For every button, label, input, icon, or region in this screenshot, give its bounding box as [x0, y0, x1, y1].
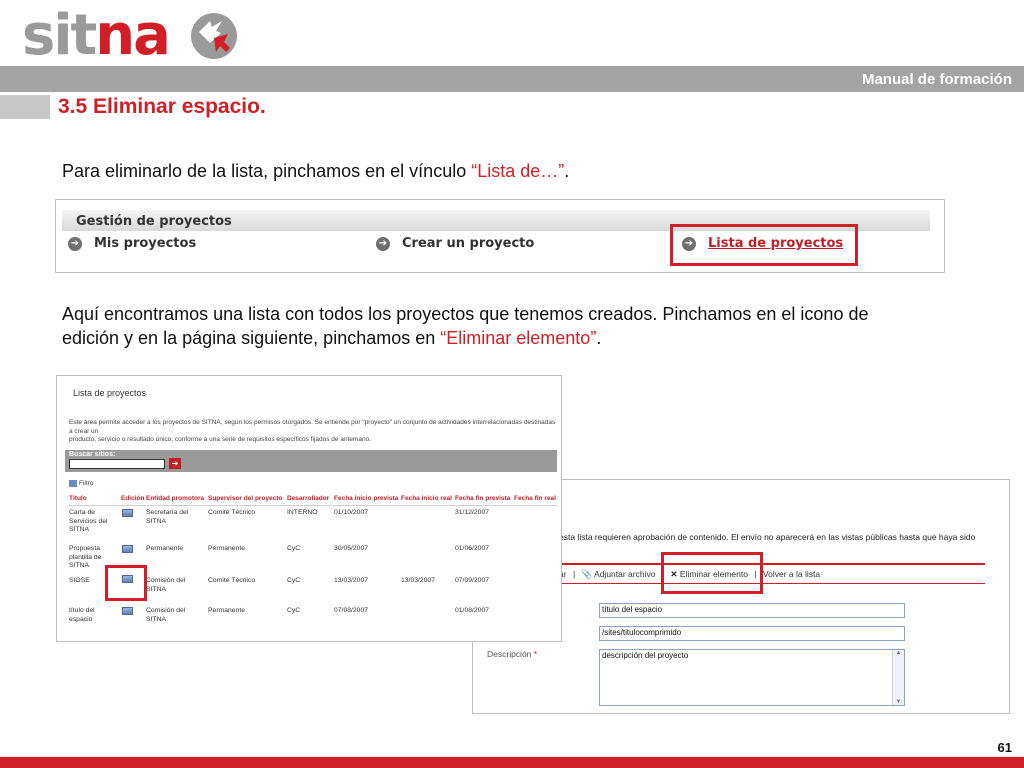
back-to-list-button[interactable]: Volver a la lista [763, 569, 820, 579]
filter-label: Filtro [79, 480, 94, 488]
intro-link: “Lista de…” [471, 161, 565, 181]
para2-text-a: edición y en la página siguiente, pincha… [62, 328, 441, 348]
logo-part-2: na [95, 3, 171, 68]
col-header[interactable]: Desarrollador [287, 495, 329, 502]
description-label-text: Descripción [487, 649, 532, 659]
search-label: Buscar sitios: [69, 451, 116, 458]
scroll-up-icon: ▲ [895, 650, 902, 656]
url-field[interactable]: /sites/titulocomprimido [599, 626, 905, 641]
row-entidad: Comisión del SITNA [146, 577, 186, 593]
toolbar-bottom-rule [559, 583, 985, 584]
para2-line2: edición y en la página siguiente, pincha… [62, 328, 601, 349]
row-fin-prev: 07/09/2007 [455, 577, 490, 584]
description-scrollbar[interactable]: ▲ ▼ [892, 650, 904, 705]
para2-link: “Eliminar elemento” [440, 328, 597, 348]
logo-arrows-icon [191, 13, 237, 59]
row-supervisor: Permanente [208, 545, 246, 552]
row-supervisor: Comité Técnico [208, 577, 256, 584]
footer-bar [0, 757, 1024, 768]
filter-icon [69, 480, 77, 487]
crear-proyecto-link[interactable]: ➔ Crear un proyecto [376, 236, 534, 251]
row-inicio-prev: 30/05/2007 [334, 545, 369, 552]
row-fin-prev: 01/08/2007 [455, 607, 490, 614]
row-fin-prev: 31/12/2007 [455, 509, 490, 516]
title-field[interactable]: título del espacio [599, 603, 905, 618]
col-header[interactable]: Fecha inicio prevista [334, 495, 398, 502]
header-rule [69, 505, 557, 506]
edit-icon[interactable] [122, 607, 133, 615]
highlight-box [670, 224, 858, 266]
toolbar-top-rule [559, 563, 985, 565]
description-label: Descripción * [487, 649, 537, 659]
description-field[interactable]: descripción del proyecto ▲ ▼ [599, 649, 905, 706]
row-supervisor: Permanente [208, 607, 246, 614]
lista-desc-line-1: Este área permite acceder a los proyecto… [69, 419, 556, 435]
row-desarrollador: INTERNO [287, 509, 318, 516]
col-header[interactable]: Fecha inicio real [401, 495, 452, 502]
edit-icon[interactable] [122, 545, 133, 553]
row-desarrollador: CyC [287, 607, 301, 614]
required-asterisk: * [533, 649, 538, 659]
search-input[interactable] [69, 459, 165, 469]
lista-screenshot: Lista de proyectos Este área permite acc… [56, 375, 562, 642]
highlight-box [105, 565, 147, 601]
row-inicio-prev: 13/03/2007 [334, 577, 369, 584]
col-header[interactable]: Supervisor del proyecto [208, 495, 282, 502]
crear-proyecto-label: Crear un proyecto [402, 236, 535, 251]
row-entidad: Permanente [146, 545, 184, 552]
col-header[interactable]: Fecha fin real [514, 495, 556, 502]
row-entidad: Comisión del SITNA [146, 607, 186, 623]
section-title: 3.5 Eliminar espacio. [58, 95, 266, 118]
lista-desc-line-2: producto, servicio o resultado único, co… [69, 436, 372, 443]
mis-proyectos-link[interactable]: ➔ Mis proyectos [68, 236, 196, 251]
lista-title: Lista de proyectos [73, 388, 147, 398]
col-header[interactable]: Edición [121, 495, 144, 502]
arrow-circle-icon: ➔ [376, 236, 390, 251]
approval-notice: esta lista requieren aprobación de conte… [559, 532, 976, 542]
intro-text-1: Para eliminarlo de la lista, pinchamos e… [62, 161, 472, 181]
intro-paragraph: Para eliminarlo de la lista, pinchamos e… [62, 161, 569, 182]
edit-icon[interactable] [122, 509, 133, 517]
search-bar: Buscar sitios: ➔ [65, 450, 557, 472]
row-entidad: Secretaría del SITNA [146, 509, 189, 525]
intro-text-2: . [564, 161, 570, 181]
filter-toggle[interactable]: Filtro [69, 480, 93, 487]
row-inicio-prev: 01/10/2007 [334, 509, 369, 516]
row-inicio-real: 13/03/2007 [401, 577, 436, 584]
scroll-down-icon: ▼ [895, 699, 902, 705]
description-value: descripción del proyecto [602, 651, 689, 660]
row-supervisor: Comité Técnico [208, 509, 256, 516]
row-title[interactable]: Carta de Servicios del SITNA [69, 509, 117, 535]
toolbar-separator: | [572, 569, 576, 579]
mis-proyectos-label: Mis proyectos [94, 236, 197, 251]
para2-line1: Aquí encontramos una lista con todos los… [62, 304, 869, 324]
page-number: 61 [997, 740, 1012, 755]
lista-description: Este área permite acceder a los proyecto… [69, 419, 557, 445]
row-inicio-prev: 07/08/2007 [334, 607, 369, 614]
row-desarrollador: CyC [287, 577, 301, 584]
search-go-button[interactable]: ➔ [169, 458, 181, 469]
logo-wordmark: sitna [22, 0, 171, 72]
row-desarrollador: CyC [287, 545, 301, 552]
title-accent [0, 95, 50, 119]
col-header[interactable]: Fecha fin prevista [455, 495, 510, 502]
paperclip-icon: 📎 [581, 569, 593, 579]
col-header[interactable]: Entidad promotora [146, 495, 204, 502]
manual-label: Manual de formación [861, 71, 1012, 88]
para2-text-b: . [596, 328, 602, 348]
row-fin-prev: 01/06/2007 [455, 545, 490, 552]
gestion-screenshot: Gestión de proyectos ➔ Mis proyectos ➔ Cre… [55, 199, 945, 273]
highlight-box [661, 552, 763, 594]
logo-part-1: sit [22, 3, 97, 68]
col-header[interactable]: Título [69, 495, 87, 502]
arrow-circle-icon: ➔ [68, 236, 82, 251]
attach-file-button[interactable]: Adjuntar archivo [594, 569, 655, 579]
row-title[interactable]: título del espacio [69, 607, 117, 624]
